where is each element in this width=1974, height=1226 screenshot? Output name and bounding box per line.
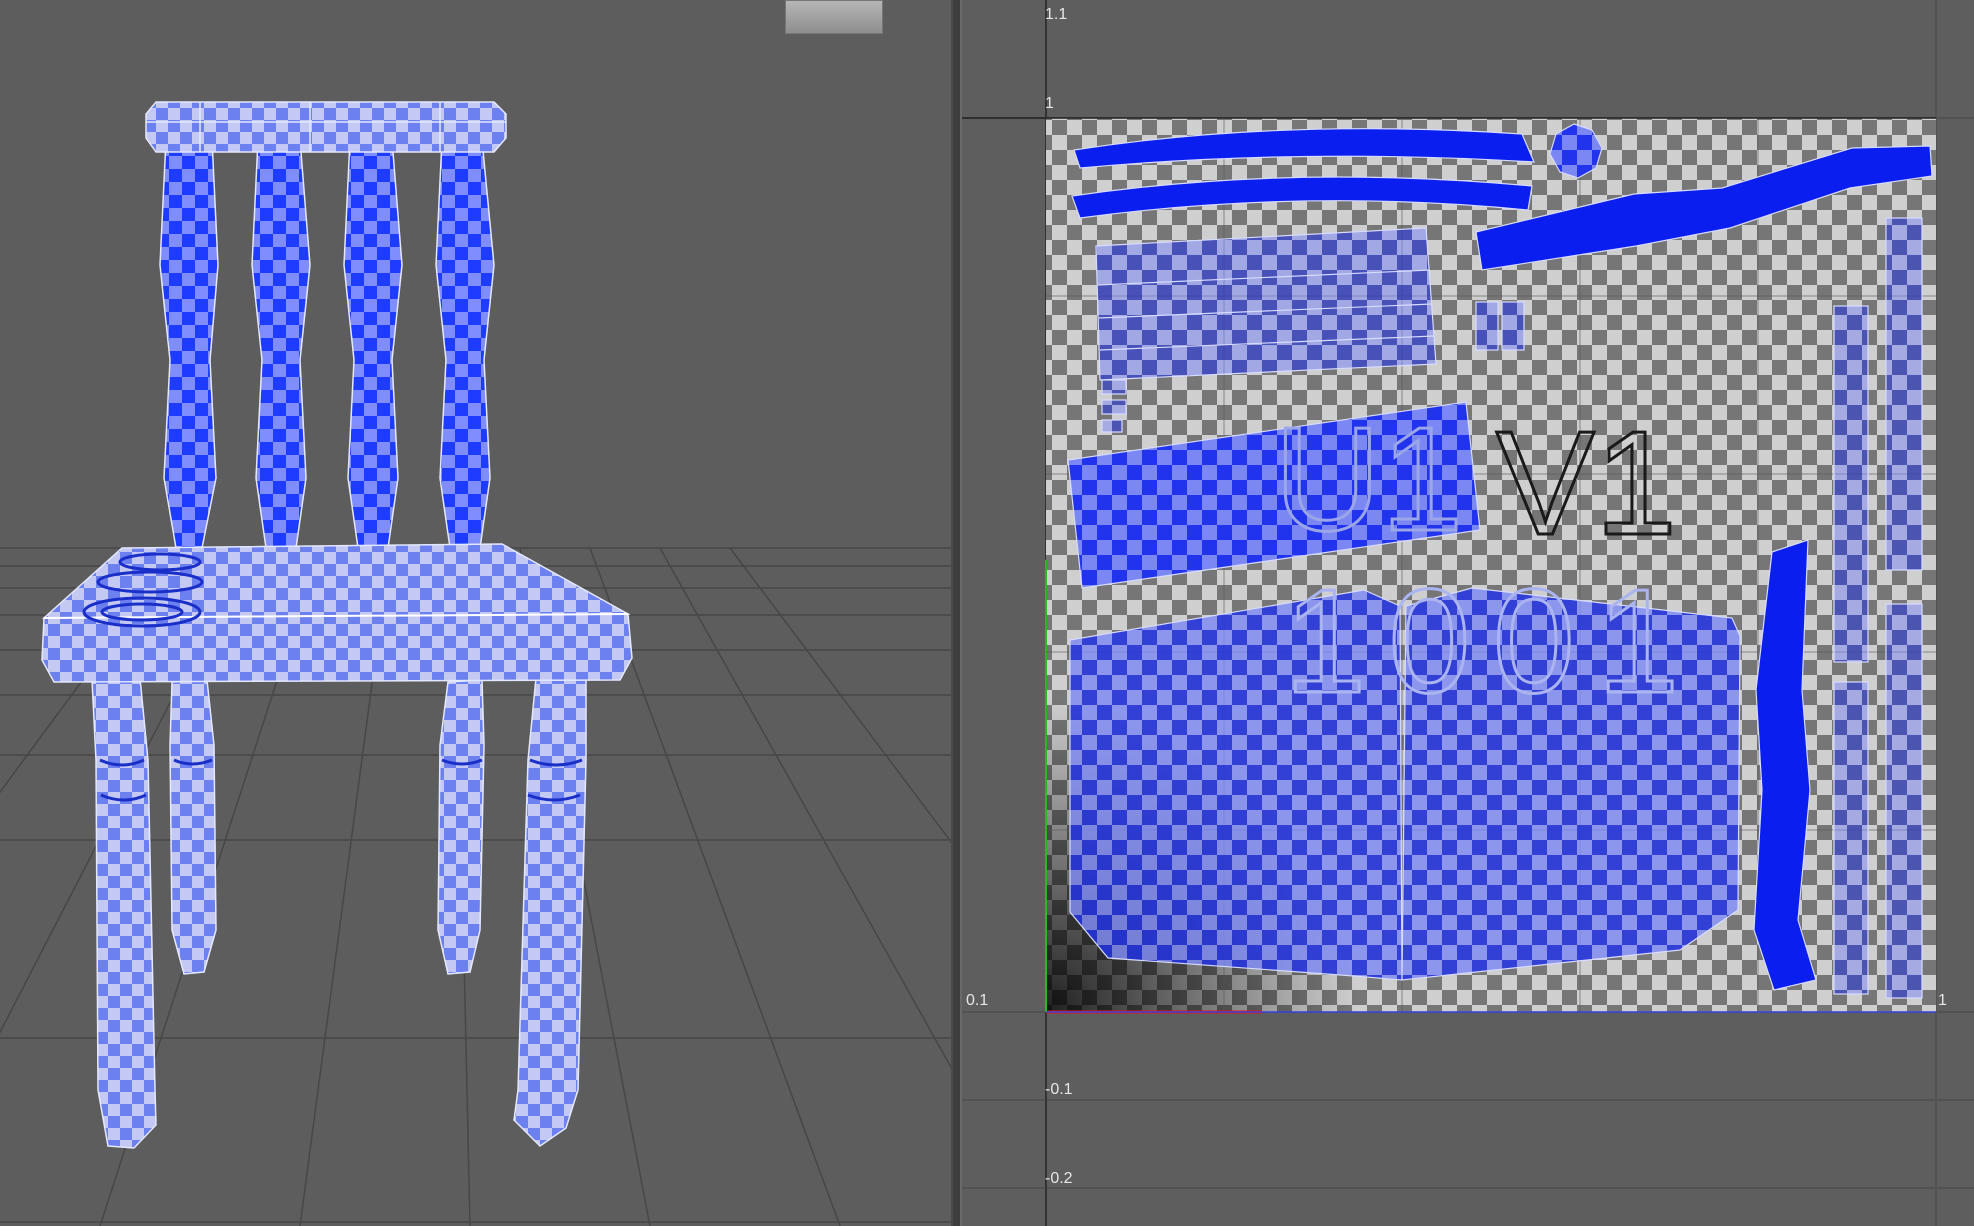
uv-shell-thin-strip-4[interactable] xyxy=(1885,603,1923,999)
uv-editor[interactable]: U1 V1 1001 1.1 1 0.1 1 -0.1 -0.2 xyxy=(962,0,1974,1226)
chair-model[interactable] xyxy=(41,101,633,1149)
chair-spindle-1 xyxy=(159,139,219,549)
chair-back-leg-right xyxy=(437,679,485,975)
uv-shell-small-2[interactable] xyxy=(1101,399,1127,415)
chair-seat-front xyxy=(41,613,633,683)
uv-axis-label-v-1: 1 xyxy=(1045,95,1054,112)
chair-front-leg-left xyxy=(91,677,157,1149)
uv-shell-small-3[interactable] xyxy=(1101,419,1123,433)
uv-shell-thin-strip-1[interactable] xyxy=(1833,305,1869,663)
uv-shell-small-1[interactable] xyxy=(1101,379,1127,395)
uv-shell-square-1[interactable] xyxy=(1475,301,1499,351)
uv-tile-u-label: U1 xyxy=(1274,397,1463,562)
uv-shell-thin-strip-3[interactable] xyxy=(1885,217,1923,571)
perspective-viewport[interactable] xyxy=(0,0,951,1226)
uv-axis-label-v-1-1: 1.1 xyxy=(1045,6,1068,23)
uv-axis-label-u-0-1: 0.1 xyxy=(966,992,989,1009)
chair-spindle-2 xyxy=(251,139,311,549)
uv-axis-label-v-neg-0-2: -0.2 xyxy=(1045,1170,1073,1187)
uv-axis-label-u-1: 1 xyxy=(1938,992,1947,1009)
uv-shell-thin-strip-2[interactable] xyxy=(1833,681,1869,995)
uv-tile-v-label: V1 xyxy=(1496,401,1677,566)
uv-canvas[interactable]: U1 V1 1001 xyxy=(962,0,1974,1226)
chair-front-leg-right xyxy=(513,677,587,1147)
panel-splitter[interactable] xyxy=(951,0,962,1226)
uv-tile-number: 1001 xyxy=(1284,559,1701,724)
uv-shell-square-2[interactable] xyxy=(1501,301,1525,351)
uv-shell-block-strips[interactable] xyxy=(1095,227,1437,381)
chair-spindle-4 xyxy=(435,139,495,549)
chair-spindle-3 xyxy=(343,139,403,549)
chair-back-leg-left xyxy=(169,679,217,975)
viewport-menu-tab[interactable] xyxy=(785,0,883,34)
uv-axis-label-v-neg-0-1: -0.1 xyxy=(1045,1081,1073,1098)
viewport-canvas[interactable] xyxy=(0,0,951,1226)
